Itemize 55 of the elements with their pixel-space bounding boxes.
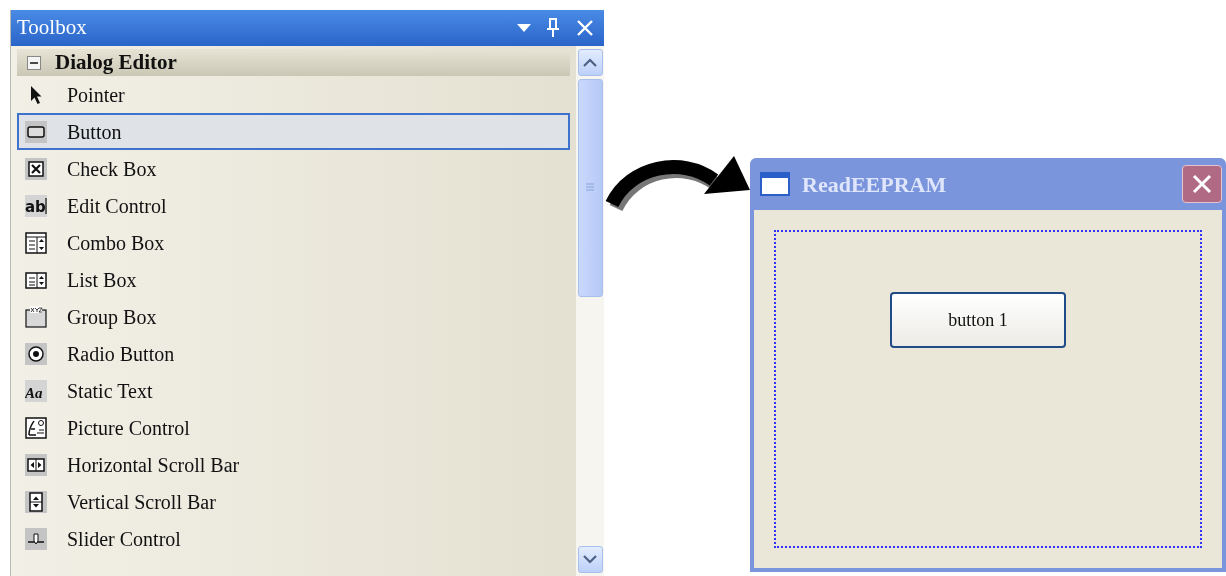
window-icon [760, 172, 790, 196]
collapse-icon[interactable] [27, 55, 41, 70]
vertical-scrollbar-icon [25, 490, 47, 513]
group-header[interactable]: Dialog Editor [17, 49, 570, 76]
text-field-icon: ab [25, 194, 47, 217]
close-icon[interactable] [576, 19, 594, 37]
item-label: Vertical Scroll Bar [67, 489, 216, 515]
toolbox-item[interactable]: Picture Control [17, 409, 570, 446]
toolbox-item[interactable]: List Box [17, 261, 570, 298]
pin-icon[interactable] [546, 18, 560, 38]
toolbox-item[interactable]: Combo Box [17, 224, 570, 261]
close-button[interactable] [1182, 165, 1222, 203]
radio-button-icon [25, 342, 47, 365]
panel-title: Toolbox [17, 14, 88, 42]
dropdown-caret-icon[interactable] [516, 23, 532, 33]
item-label: Pointer [67, 82, 125, 108]
toolbox-item[interactable]: Radio Button [17, 335, 570, 372]
toolbox-item[interactable]: Horizontal Scroll Bar [17, 446, 570, 483]
close-icon [1191, 173, 1213, 195]
toolbox-item[interactable]: Check Box [17, 150, 570, 187]
item-label: Edit Control [67, 193, 167, 219]
group-box-icon [25, 305, 47, 328]
item-label: Static Text [67, 378, 153, 404]
toolbox-item[interactable]: Slider Control [17, 520, 570, 557]
item-label: Group Box [67, 304, 157, 331]
vertical-scrollbar[interactable] [576, 46, 604, 576]
picture-icon [25, 416, 47, 439]
horizontal-scrollbar-icon [25, 453, 47, 476]
toolbox-item[interactable]: ab Edit Control [17, 187, 570, 224]
toolbox-item[interactable]: Group Box [17, 298, 570, 335]
checkbox-icon [25, 157, 47, 180]
item-label: Check Box [67, 156, 157, 182]
button-shape-icon [25, 120, 47, 143]
item-label: Picture Control [67, 415, 190, 441]
combo-box-icon [25, 231, 47, 254]
toolbox-item[interactable]: Aa Static Text [17, 372, 570, 409]
item-label: List Box [67, 267, 137, 293]
toolbox-item[interactable]: Vertical Scroll Bar [17, 483, 570, 520]
text-style-icon: Aa [25, 379, 47, 402]
item-label: Combo Box [67, 230, 165, 256]
dialog-title: ReadEEPRAM [802, 170, 948, 199]
toolbox-item[interactable]: Button [17, 113, 570, 150]
item-label: Horizontal Scroll Bar [67, 452, 240, 478]
chevron-up-icon [583, 58, 597, 67]
push-button[interactable]: button 1 [890, 292, 1066, 348]
chevron-down-icon [583, 555, 597, 564]
scroll-thumb[interactable] [577, 79, 603, 297]
item-label: Button [67, 119, 122, 145]
slider-icon [25, 527, 47, 550]
item-label: Radio Button [67, 341, 175, 367]
grip-icon [585, 183, 595, 193]
toolbox-item[interactable]: Pointer [17, 76, 570, 113]
item-label: Slider Control [67, 526, 181, 552]
scroll-down-button[interactable] [577, 546, 603, 573]
scroll-up-button[interactable] [577, 49, 603, 76]
